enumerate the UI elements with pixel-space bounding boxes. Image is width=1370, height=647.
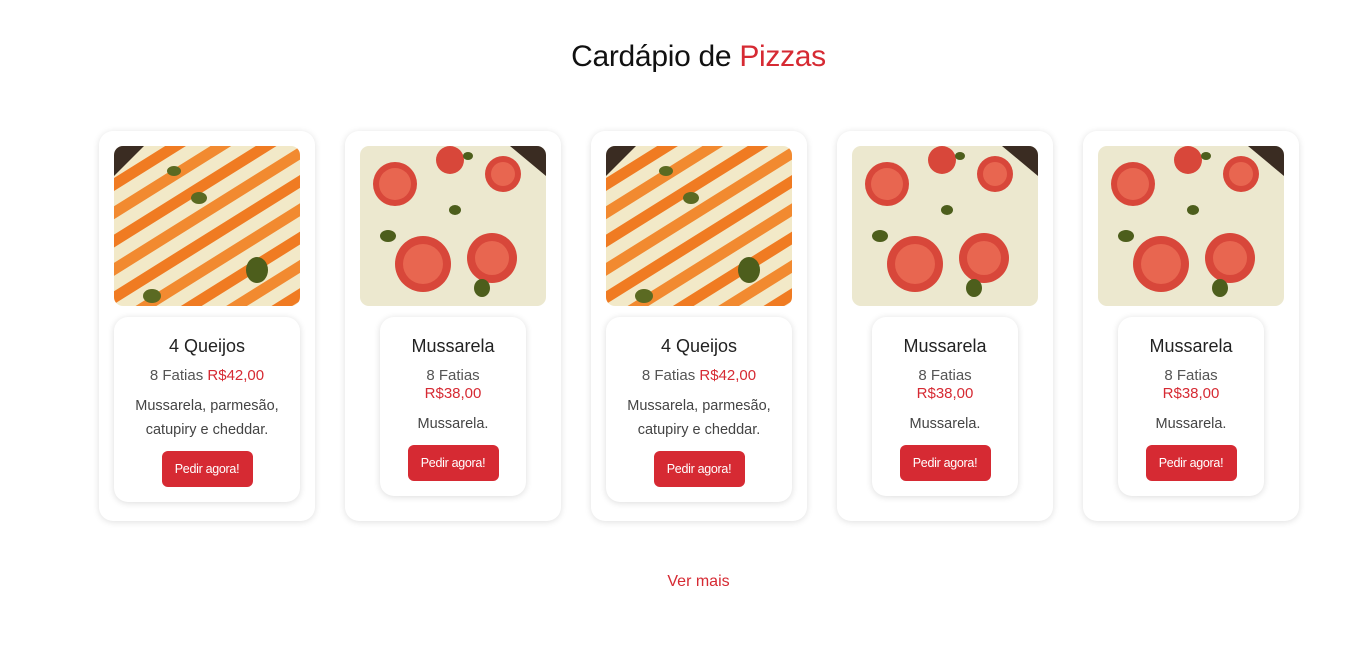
pizza-description: Mussarela. [909, 416, 981, 432]
pizza-info: Mussarela 8 Fatias R$38,00 Mussarela. Pe… [872, 317, 1018, 496]
slices-label: 8 Fatias [918, 367, 972, 384]
pizza-card: Mussarela 8 Fatias R$38,00 Mussarela. Pe… [345, 131, 561, 521]
section-title: Cardápio de Pizzas [0, 40, 1370, 74]
pizza-card: 4 Queijos 8 Fatias R$42,00 Mussarela, pa… [99, 131, 315, 521]
pizza-info: 4 Queijos 8 Fatias R$42,00 Mussarela, pa… [114, 317, 300, 502]
price-value: R$38,00 [1162, 385, 1220, 402]
price-line: 8 Fatias R$42,00 [130, 367, 284, 385]
pizza-name: Mussarela [903, 336, 987, 356]
pizza-menu-section: Cardápio de Pizzas 4 Queijos 8 Fatias R$… [0, 0, 1370, 647]
pizza-description: Mussarela. [417, 416, 489, 432]
pizza-card: Mussarela 8 Fatias R$38,00 Mussarela. Pe… [1083, 131, 1299, 521]
pizza-info: 4 Queijos 8 Fatias R$42,00 Mussarela, pa… [606, 317, 792, 502]
price-value: R$42,00 [207, 367, 265, 384]
mozzarella-pizza-photo [1098, 146, 1284, 306]
price-value: R$42,00 [699, 367, 757, 384]
title-prefix: Cardápio de [571, 40, 732, 73]
order-now-button[interactable]: Pedir agora! [899, 445, 991, 481]
slices-label: 8 Fatias [1164, 367, 1218, 384]
mozzarella-pizza-photo [360, 146, 546, 306]
pizza-name: Mussarela [411, 336, 495, 356]
slices-label: 8 Fatias [149, 367, 204, 384]
price-line: 8 Fatias R$38,00 [888, 367, 1002, 403]
slices-label: 8 Fatias [426, 367, 480, 384]
price-line: 8 Fatias R$38,00 [1134, 367, 1248, 403]
title-accent: Pizzas [739, 40, 826, 73]
pizza-info: Mussarela 8 Fatias R$38,00 Mussarela. Pe… [1118, 317, 1264, 496]
four-cheese-pizza-photo [606, 146, 792, 306]
see-more-link[interactable]: Ver mais [0, 573, 1370, 591]
price-line: 8 Fatias R$42,00 [622, 367, 776, 385]
four-cheese-pizza-photo [114, 146, 300, 306]
pizza-name: Mussarela [1149, 336, 1233, 356]
order-now-button[interactable]: Pedir agora! [653, 451, 745, 487]
mozzarella-pizza-photo [852, 146, 1038, 306]
order-now-button[interactable]: Pedir agora! [1145, 445, 1237, 481]
order-now-button[interactable]: Pedir agora! [407, 445, 499, 481]
price-line: 8 Fatias R$38,00 [396, 367, 510, 403]
price-value: R$38,00 [424, 385, 482, 402]
pizza-description: Mussarela. [1155, 416, 1227, 432]
pizza-card: 4 Queijos 8 Fatias R$42,00 Mussarela, pa… [591, 131, 807, 521]
pizza-description: Mussarela, parmesão, catupiry e cheddar. [135, 398, 279, 438]
pizza-name: 4 Queijos [660, 336, 738, 356]
order-now-button[interactable]: Pedir agora! [161, 451, 253, 487]
slices-label: 8 Fatias [641, 367, 696, 384]
price-value: R$38,00 [916, 385, 974, 402]
pizza-card: Mussarela 8 Fatias R$38,00 Mussarela. Pe… [837, 131, 1053, 521]
pizza-info: Mussarela 8 Fatias R$38,00 Mussarela. Pe… [380, 317, 526, 496]
pizza-name: 4 Queijos [168, 336, 246, 356]
pizza-description: Mussarela, parmesão, catupiry e cheddar. [627, 398, 771, 438]
